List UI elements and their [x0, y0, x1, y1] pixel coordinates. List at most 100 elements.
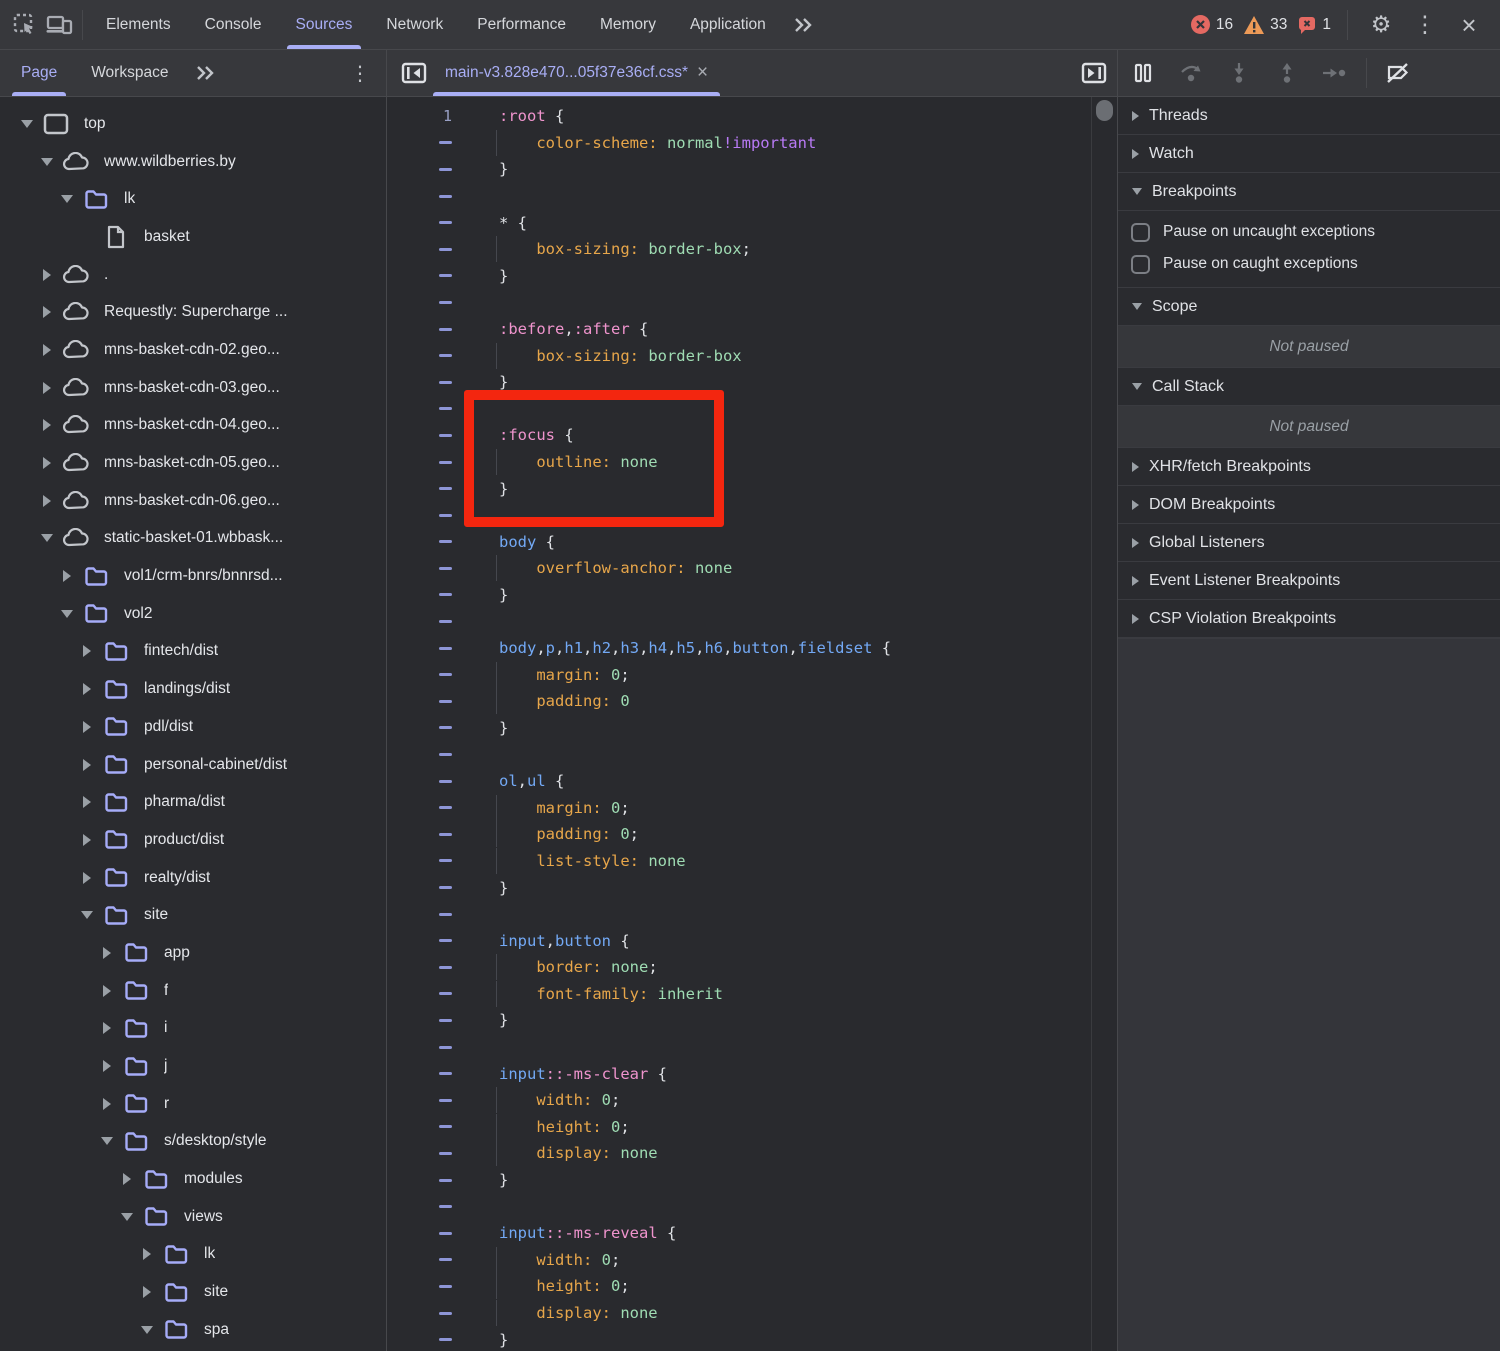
gutter-line-number[interactable] [387, 514, 465, 517]
gutter-line-number[interactable] [387, 381, 465, 384]
tree-item-pdl-dist[interactable]: pdl/dist [0, 708, 386, 746]
tree-arrow-collapsed[interactable] [78, 721, 96, 733]
tree-item-j[interactable]: j [0, 1047, 386, 1085]
tab-application[interactable]: Application [673, 0, 783, 49]
tree-arrow-collapsed[interactable] [38, 419, 56, 431]
tab-elements[interactable]: Elements [89, 0, 188, 49]
code-line[interactable]: } [387, 582, 1117, 609]
gutter-line-number[interactable] [387, 886, 465, 889]
gutter-line-number[interactable] [387, 833, 465, 836]
tree-item-f[interactable]: f [0, 972, 386, 1010]
editor-scrollbar-thumb[interactable] [1096, 100, 1113, 121]
tree-item-app[interactable]: app [0, 934, 386, 972]
tree-item-lk[interactable]: lk [0, 1236, 386, 1274]
gutter-line-number[interactable] [387, 806, 465, 809]
inspect-element-icon[interactable] [8, 8, 42, 42]
tree-item-realty-dist[interactable]: realty/dist [0, 859, 386, 897]
gutter-line-number[interactable] [387, 700, 465, 703]
error-badge[interactable]: 16 [1190, 14, 1233, 35]
tree-item-pharma-dist[interactable]: pharma/dist [0, 783, 386, 821]
step-into-icon[interactable] [1222, 56, 1256, 90]
gutter-line-number[interactable] [387, 1099, 465, 1102]
code-line[interactable]: padding: 0; [387, 821, 1117, 848]
gutter-line-number[interactable] [387, 354, 465, 357]
tree-arrow-expanded[interactable] [138, 1326, 156, 1334]
code-line[interactable]: } [387, 369, 1117, 396]
tree-arrow-expanded[interactable] [118, 1213, 136, 1221]
gutter-line-number[interactable] [387, 859, 465, 862]
tree-arrow-collapsed[interactable] [38, 269, 56, 281]
gutter-line-number[interactable] [387, 328, 465, 331]
tree-item-vol2[interactable]: vol2 [0, 595, 386, 633]
tab-console[interactable]: Console [188, 0, 279, 49]
tree-item-modules[interactable]: modules [0, 1160, 386, 1198]
code-line[interactable]: input::-ms-reveal { [387, 1220, 1117, 1247]
tree-arrow-collapsed[interactable] [38, 457, 56, 469]
device-toolbar-icon[interactable] [42, 8, 76, 42]
gutter-line-number[interactable]: 1 [387, 107, 465, 125]
gutter-line-number[interactable] [387, 1019, 465, 1022]
gutter-line-number[interactable] [387, 1232, 465, 1235]
editor-file-tab[interactable]: main-v3.828e470...05f37e36cf.css* × [431, 50, 722, 96]
tree-arrow-collapsed[interactable] [38, 306, 56, 318]
gutter-line-number[interactable] [387, 726, 465, 729]
tree-item-www-wildberries-by[interactable]: www.wildberries.by [0, 143, 386, 181]
tree-item-mns-basket-cdn-02-geo[interactable]: mns-basket-cdn-02.geo... [0, 331, 386, 369]
code-line[interactable]: :focus { [387, 422, 1117, 449]
tree-item-fintech-dist[interactable]: fintech/dist [0, 633, 386, 671]
tree-item-r[interactable]: r [0, 1085, 386, 1123]
tree-arrow-expanded[interactable] [78, 911, 96, 919]
tree-arrow-collapsed[interactable] [138, 1248, 156, 1260]
tree-item-mns-basket-cdn-05-geo[interactable]: mns-basket-cdn-05.geo... [0, 444, 386, 482]
hide-navigator-icon[interactable] [397, 56, 431, 90]
step-over-icon[interactable] [1174, 56, 1208, 90]
tree-arrow-expanded[interactable] [58, 610, 76, 618]
tree-item-personal-cabinet-dist[interactable]: personal-cabinet/dist [0, 746, 386, 784]
step-icon[interactable] [1318, 56, 1352, 90]
code-line[interactable]: overflow-anchor: none [387, 555, 1117, 582]
tab-memory[interactable]: Memory [583, 0, 673, 49]
code-line[interactable]: } [387, 715, 1117, 742]
code-line[interactable]: margin: 0; [387, 661, 1117, 688]
gutter-line-number[interactable] [387, 1179, 465, 1182]
close-devtools-icon[interactable]: × [1452, 8, 1486, 42]
warning-badge[interactable]: 33 [1243, 15, 1287, 35]
tab-sources[interactable]: Sources [279, 0, 370, 49]
tree-item-product-dist[interactable]: product/dist [0, 821, 386, 859]
tree-arrow-expanded[interactable] [18, 120, 36, 128]
gutter-line-number[interactable] [387, 407, 465, 410]
checkbox-unchecked[interactable] [1131, 223, 1150, 242]
code-line[interactable]: } [387, 1167, 1117, 1194]
code-line[interactable] [387, 1193, 1117, 1220]
tree-item-site[interactable]: site [0, 1273, 386, 1311]
code-line[interactable] [387, 1034, 1117, 1061]
gutter-line-number[interactable] [387, 168, 465, 171]
gutter-line-number[interactable] [387, 1285, 465, 1288]
tree-arrow-expanded[interactable] [58, 195, 76, 203]
tree-item-mns-basket-cdn-04-geo[interactable]: mns-basket-cdn-04.geo... [0, 407, 386, 445]
tree-arrow-collapsed[interactable] [98, 1022, 116, 1034]
code-line[interactable]: width: 0; [387, 1247, 1117, 1274]
gutter-line-number[interactable] [387, 221, 465, 224]
gutter-line-number[interactable] [387, 593, 465, 596]
gutter-line-number[interactable] [387, 1258, 465, 1261]
code-line[interactable]: } [387, 156, 1117, 183]
code-line[interactable]: body,p,h1,h2,h3,h4,h5,h6,button,fieldset… [387, 635, 1117, 662]
tree-item-site[interactable]: site [0, 896, 386, 934]
code-line[interactable]: ol,ul { [387, 768, 1117, 795]
tree-item-views[interactable]: views [0, 1198, 386, 1236]
section-header-breakpoints[interactable]: Breakpoints [1118, 173, 1500, 211]
code-line[interactable]: display: none [387, 1140, 1117, 1167]
tree-arrow-collapsed[interactable] [58, 570, 76, 582]
tree-arrow-collapsed[interactable] [78, 872, 96, 884]
tree-arrow-expanded[interactable] [98, 1137, 116, 1145]
gutter-line-number[interactable] [387, 567, 465, 570]
issues-badge[interactable]: 1 [1297, 15, 1331, 35]
gutter-line-number[interactable] [387, 939, 465, 942]
tree-item-basket[interactable]: basket [0, 218, 386, 256]
step-out-icon[interactable] [1270, 56, 1304, 90]
gutter-line-number[interactable] [387, 461, 465, 464]
code-line[interactable] [387, 901, 1117, 928]
tree-item-static-basket-01-wbbask[interactable]: static-basket-01.wbbask... [0, 520, 386, 558]
tree-arrow-collapsed[interactable] [78, 759, 96, 771]
